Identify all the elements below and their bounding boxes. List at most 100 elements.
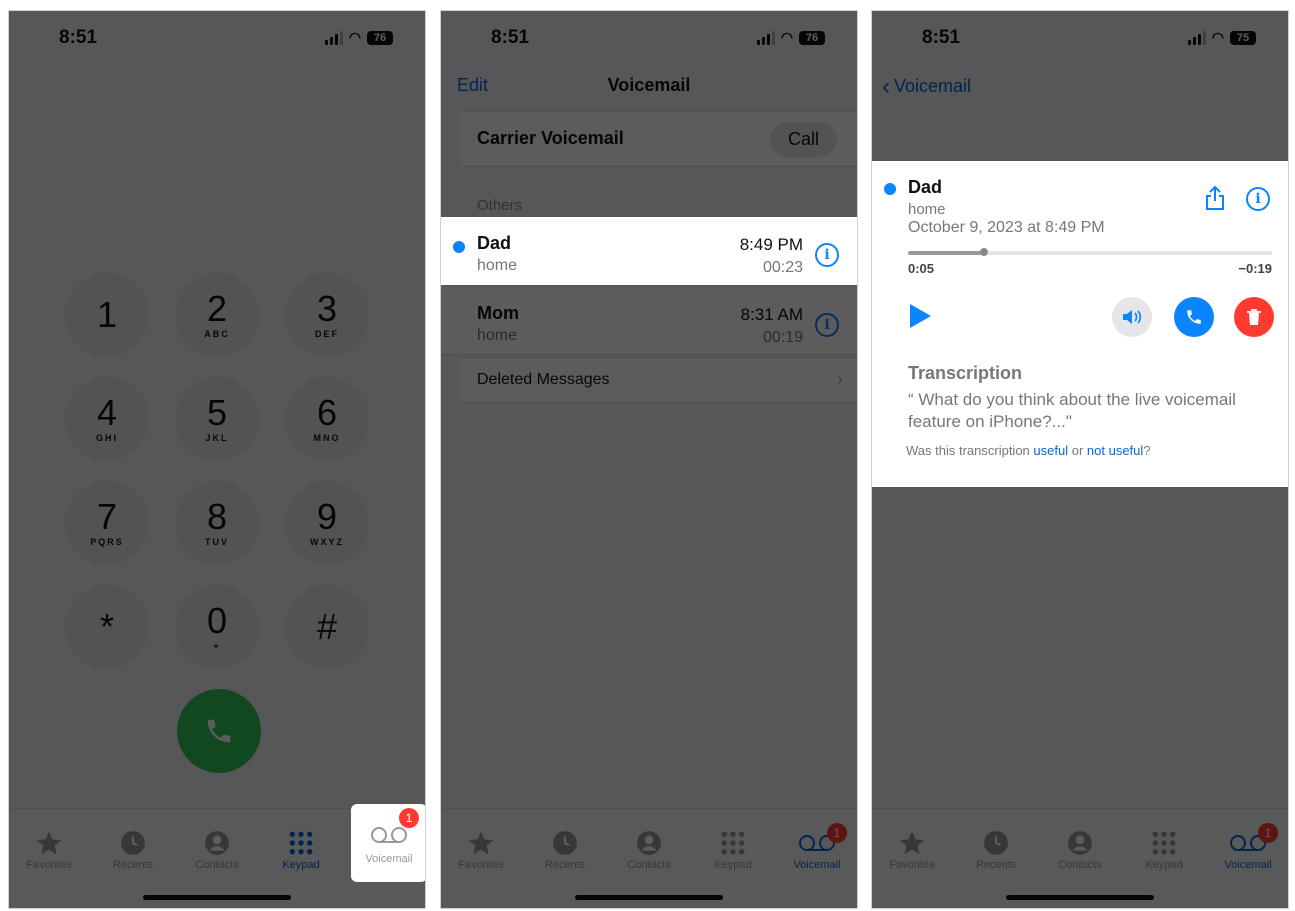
key-pound[interactable]: # (285, 585, 369, 669)
feedback-not-useful-link[interactable]: not useful (1087, 443, 1143, 458)
keypad-grid-icon (289, 831, 313, 855)
key-digit: 7 (96, 496, 118, 537)
home-indicator (143, 895, 291, 900)
key-letters: DEF (315, 329, 339, 339)
back-label: Voicemail (894, 76, 972, 96)
key-6[interactable]: 6 MNO (285, 377, 369, 461)
key-7[interactable]: 7 PQRS (65, 481, 149, 565)
tab-contacts[interactable]: Contacts (609, 827, 689, 871)
tab-label: Keypad (1145, 859, 1183, 871)
voicemail-time: 8:31 AM (740, 305, 803, 324)
key-letters: + (213, 641, 221, 651)
deleted-messages-row[interactable]: Deleted Messages › (461, 357, 857, 403)
tab-recents[interactable]: Recents (956, 827, 1036, 871)
scrubber-handle[interactable] (980, 248, 989, 256)
tab-label: Recents (112, 859, 154, 871)
carrier-voicemail-label: Carrier Voicemail (477, 128, 624, 148)
caller-label: home (477, 327, 518, 344)
dial-pad: 1 2 ABC 3 DEF 4 GHI 5 JKL 6 MNO 7 PQRS 8 TUV 9 WXYZ * 0 + # (65, 273, 371, 669)
key-star[interactable]: * (65, 585, 149, 669)
playback-scrubber[interactable] (908, 248, 1272, 256)
tab-label: Favorites (458, 859, 504, 871)
transcription-feedback: Was this transcription useful or not use… (906, 443, 1151, 458)
deleted-messages-label: Deleted Messages (477, 371, 610, 388)
key-digit: 4 (96, 392, 118, 433)
remaining-time: −0:19 (1238, 261, 1272, 276)
transcription-heading: Transcription (908, 363, 1023, 383)
key-letters: JKL (205, 433, 229, 443)
key-digit: 1 (96, 294, 118, 335)
feedback-useful-link[interactable]: useful (1033, 443, 1068, 458)
key-1[interactable]: 1 (65, 273, 149, 357)
back-button[interactable]: ‹ Voicemail (882, 73, 971, 101)
transcription-text: “ What do you think about the live voice… (908, 390, 1236, 431)
share-icon[interactable] (1204, 185, 1226, 216)
tab-favorites[interactable]: Favorites (441, 827, 521, 871)
key-digit: 3 (316, 288, 338, 329)
tab-contacts[interactable]: Contacts (1040, 827, 1120, 871)
delete-button[interactable] (1234, 297, 1274, 337)
feedback-or: or (1068, 443, 1087, 458)
tab-label: Voicemail (365, 853, 413, 865)
status-time: 8:51 (922, 27, 961, 48)
keypad-grid-icon (721, 831, 745, 855)
voicemail-row-mom[interactable]: Mom home 8:31 AM 00:19 i (441, 287, 857, 355)
carrier-call-button[interactable]: Call (769, 122, 837, 157)
key-0[interactable]: 0 + (175, 585, 259, 669)
tab-keypad[interactable]: Keypad (1124, 827, 1204, 871)
status-icons: ◠ 75 (1187, 29, 1256, 46)
star-icon (468, 831, 494, 855)
call-button[interactable] (177, 689, 261, 773)
key-3[interactable]: 3 DEF (285, 273, 369, 357)
home-indicator (1006, 895, 1154, 900)
battery-icon: 76 (367, 30, 393, 45)
voicemail-detail-screen: 8:51 ◠ 75 ‹ Voicemail Favorites Recents C… (871, 10, 1289, 909)
key-5[interactable]: 5 JKL (175, 377, 259, 461)
play-button[interactable] (908, 303, 932, 334)
tab-favorites[interactable]: Favorites (872, 827, 952, 871)
info-icon[interactable]: i (815, 243, 839, 267)
info-icon[interactable]: i (815, 313, 839, 337)
tab-favorites[interactable]: Favorites (9, 827, 89, 871)
nav-bar: Voicemail Edit (441, 67, 857, 107)
call-back-button[interactable] (1174, 297, 1214, 337)
person-icon (205, 831, 229, 855)
edit-button[interactable]: Edit (457, 75, 488, 96)
play-icon (910, 304, 931, 328)
tab-recents[interactable]: Recents (525, 827, 605, 871)
battery-icon: 76 (799, 30, 825, 45)
key-letters: WXYZ (310, 537, 344, 547)
status-bar: 8:51 ◠ 75 (872, 11, 1288, 61)
tab-label: Recents (544, 859, 586, 871)
status-icons: ◠ 76 (756, 29, 825, 46)
tab-voicemail[interactable]: 1 Voicemail (777, 823, 857, 871)
tab-voicemail-highlight[interactable]: 1 Voicemail (351, 804, 425, 882)
signal-icon (756, 30, 775, 45)
key-9[interactable]: 9 WXYZ (285, 481, 369, 565)
keypad-grid-icon (1152, 831, 1176, 855)
voicemail-badge: 1 (1258, 823, 1278, 843)
voicemail-time: 8:49 PM (739, 235, 803, 254)
status-time: 8:51 (59, 27, 98, 48)
home-indicator (575, 895, 723, 900)
tab-label: Favorites (26, 859, 72, 871)
tab-voicemail[interactable]: 1 Voicemail (1208, 823, 1288, 871)
speaker-button[interactable] (1112, 297, 1152, 337)
tab-contacts[interactable]: Contacts (177, 827, 257, 871)
key-8[interactable]: 8 TUV (175, 481, 259, 565)
key-2[interactable]: 2 ABC (175, 273, 259, 357)
voicemail-date: October 9, 2023 at 8:49 PM (908, 219, 1105, 236)
caller-name: Mom (477, 303, 519, 323)
tab-label: Keypad (282, 859, 320, 871)
carrier-voicemail-row[interactable]: Carrier Voicemail Call (461, 111, 857, 167)
star-icon (36, 831, 62, 855)
signal-icon (324, 30, 343, 45)
tab-keypad[interactable]: Keypad (693, 827, 773, 871)
info-icon[interactable]: i (1246, 187, 1270, 211)
tab-recents[interactable]: Recents (93, 827, 173, 871)
voicemail-row-dad[interactable]: Dad home 8:49 PM 00:23 i (441, 217, 857, 285)
status-time: 8:51 (491, 27, 530, 48)
wifi-icon: ◠ (1211, 29, 1224, 45)
key-4[interactable]: 4 GHI (65, 377, 149, 461)
tab-keypad[interactable]: Keypad (261, 827, 341, 871)
